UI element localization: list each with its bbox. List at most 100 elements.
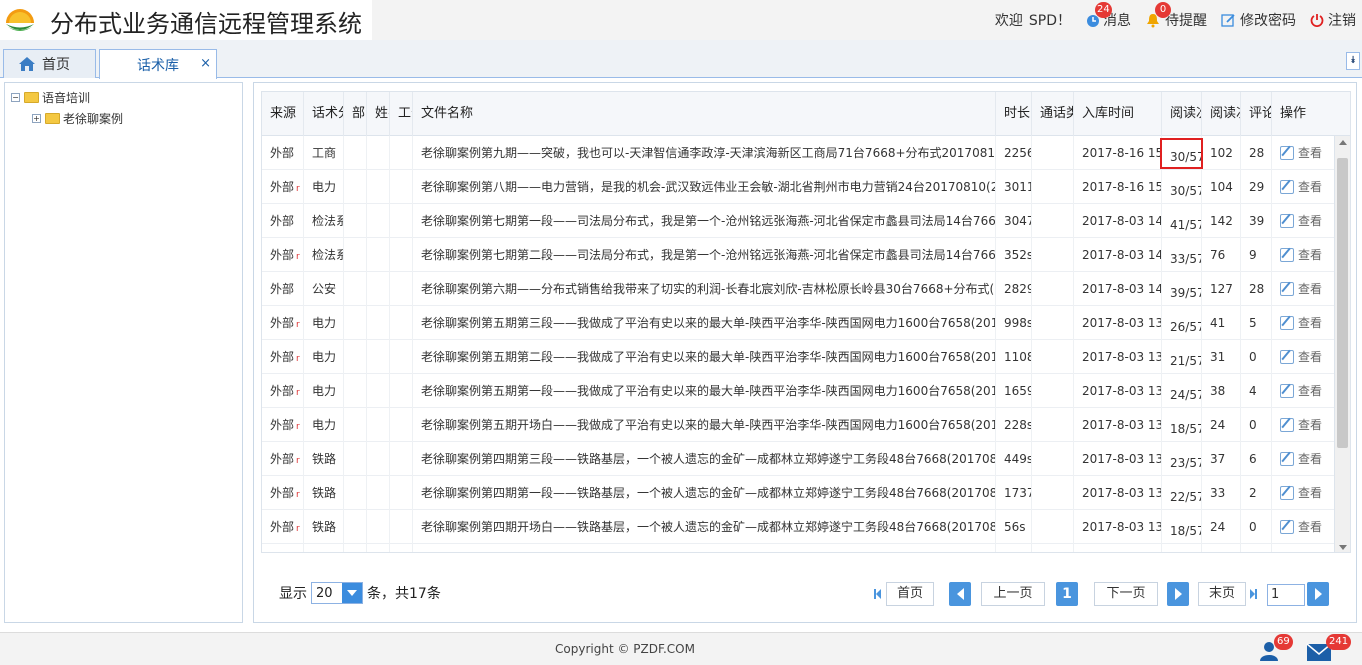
cell-time: 2017-8-03 14 [1074,204,1162,238]
cell-emp [390,544,413,552]
app-title: 分布式业务通信远程管理系统 [50,10,362,38]
tree-collapse-icon[interactable]: − [11,93,20,102]
page-size-value: 20 [316,585,333,601]
sun-logo-icon [6,9,34,31]
next-arrow-icon[interactable] [1167,582,1189,606]
col-employee-id[interactable]: 工号 [390,92,413,136]
col-filename[interactable]: 文件名称 [413,92,996,136]
prev-arrow-icon[interactable] [949,582,971,606]
table-row[interactable]: 外部 r 电力 老徐聊案例第五期第一段——我做成了平治有史以来的最大单-陕西平治李华-… [262,374,1335,408]
cell-emp [390,442,413,476]
cell-duration: 1081 [996,544,1032,552]
tree-node-xu-cases[interactable]: + 老徐聊案例 [32,110,123,127]
cell-comments: 0 [1241,340,1272,374]
view-button[interactable]: 查看 [1280,306,1322,340]
cell-actions: 查看 [1272,442,1335,476]
view-label: 查看 [1298,180,1323,194]
table-row[interactable]: 外部 r 铁路 老徐聊案例第四期开场白——铁路基层，一个被人遗忘的金矿—成都林立郑婷遂… [262,510,1335,544]
col-name[interactable]: 姓名 [367,92,390,136]
view-button[interactable]: 查看 [1280,442,1322,476]
last-page-icon[interactable] [1250,588,1258,600]
view-button[interactable]: 查看 [1280,136,1322,170]
goto-page-arrow-icon[interactable] [1307,582,1329,606]
table-row[interactable]: 外部r铁路 老徐聊案例第四期第二段——铁路基层，一个被人遗忘的金矿—成都林立郑婷遂… [262,544,1335,552]
source-text: 外部 [270,180,295,194]
scroll-down-arrow-icon[interactable] [1339,545,1347,550]
cell-filename: 老徐聊案例第五期开场白——我做成了平治有史以来的最大单-陕西平治李华-陕西国网电… [413,408,996,442]
view-button[interactable]: 查看 [1280,272,1322,306]
col-reads[interactable]: 阅读次 [1162,92,1202,136]
table-row[interactable]: 外部 r 电力 老徐聊案例第五期开场白——我做成了平治有史以来的最大单-陕西平治李华-… [262,408,1335,442]
view-label: 查看 [1298,214,1323,228]
table-row[interactable]: 外部 r 铁路 老徐聊案例第四期第一段——铁路基层，一个被人遗忘的金矿—成都林立郑婷遂… [262,476,1335,510]
scroll-thumb[interactable] [1337,158,1348,448]
cell-time: 2017-8-16 15 [1074,170,1162,204]
table-row[interactable]: 外部 r 电力 老徐聊案例第五期第三段——我做成了平治有史以来的最大单-陕西平治李华-… [262,306,1335,340]
view-button[interactable]: 查看 [1280,408,1322,442]
table-row[interactable]: 外部检法系 老徐聊案例第七期第一段——司法局分布式，我是第一个-沧州铭远张海燕-河… [262,204,1335,238]
collapse-chevron-icon[interactable]: ⯯ [1346,52,1360,70]
col-reads-total[interactable]: 阅读次 [1202,92,1241,136]
cell-duration: 352s [996,238,1032,272]
first-page-icon[interactable] [874,588,882,600]
col-import-time[interactable]: 入库时间 [1074,92,1162,136]
cell-duration: 1108 [996,340,1032,374]
change-password-link[interactable]: 修改密码 [1221,10,1296,30]
col-category[interactable]: 话术分 [304,92,344,136]
view-button[interactable]: 查看 [1280,340,1322,374]
cell-emp [390,340,413,374]
page-size-control: 显示 20 条，共17条 [279,582,441,604]
table-row[interactable]: 外部 公安 老徐聊案例第六期——分布式销售给我带来了切实的利润-长春北宸刘欣-吉林松… [262,272,1335,306]
col-department[interactable]: 部门 [344,92,367,136]
view-button[interactable]: 查看 [1280,510,1322,544]
col-duration[interactable]: 时长 [996,92,1032,136]
grid-vertical-scrollbar[interactable] [1334,136,1350,552]
tree-expand-icon[interactable]: + [32,114,41,123]
reminders-link[interactable]: 0 待提醒 [1145,2,1207,30]
last-page-button[interactable]: 末页 [1198,582,1246,606]
logout-link[interactable]: 注销 [1310,10,1356,30]
col-call-type[interactable]: 通话类 [1032,92,1074,136]
table-row[interactable]: 外部 r 电力 老徐聊案例第八期——电力营销，是我的机会-武汉致远伟业王会敏-湖北省荆… [262,170,1335,204]
cell-comments: 9 [1241,238,1272,272]
table-row[interactable]: 外部 r 电力 老徐聊案例第五期第二段——我做成了平治有史以来的最大单-陕西平治李华-… [262,340,1335,374]
cell-filename: 老徐聊案例第四期开场白——铁路基层，一个被人遗忘的金矿—成都林立郑婷遂宁工务段4… [413,510,996,544]
cell-calltype [1032,544,1074,552]
cell-source: 外部r [262,238,304,272]
change-password-label: 修改密码 [1240,13,1296,29]
tab-script-library[interactable]: 话术库 × [99,49,217,79]
prev-page-button[interactable]: 上一页 [981,582,1045,606]
view-button[interactable]: 查看 [1280,476,1322,510]
welcome-text: 欢迎 [994,13,1023,29]
goto-page-input[interactable]: 1 [1267,584,1305,606]
table-row[interactable]: 外部 r 铁路 老徐聊案例第四期第三段——铁路基层，一个被人遗忘的金矿—成都林立郑婷遂… [262,442,1335,476]
tree-node-voice-training[interactable]: − 语音培训 [11,89,90,106]
scroll-up-arrow-icon[interactable] [1339,140,1347,145]
next-page-button[interactable]: 下一页 [1094,582,1158,606]
pager: 显示 20 条，共17条 首页 上一页 1 下一页 末页 1 [254,563,1358,609]
view-button[interactable]: 查看 [1280,170,1322,204]
dropdown-arrow-icon[interactable] [342,583,362,603]
cell-reads: 18/57 [1162,510,1202,544]
mail-button[interactable]: 241 [1306,634,1352,665]
view-button[interactable]: 查看 [1280,374,1322,408]
online-users-button[interactable]: 69 [1258,634,1293,665]
cell-dept [344,170,367,204]
cell-category: 电力 [304,170,344,204]
page-size-select[interactable]: 20 [311,582,363,604]
cell-actions: 查看 [1272,476,1335,510]
table-row[interactable]: 外部r检法系老徐聊案例第七期第二段——司法局分布式，我是第一个-沧州铭远张海燕-… [262,238,1335,272]
current-page[interactable]: 1 [1056,582,1078,606]
col-comments[interactable]: 评论 [1241,92,1272,136]
new-marker: r [296,388,300,398]
view-button[interactable]: 查看 [1280,238,1322,272]
tab-home[interactable]: 首页 [3,49,96,78]
view-button[interactable]: 查看 [1280,204,1322,238]
cell-actions: 查看 [1272,544,1335,552]
messages-link[interactable]: 24 消息 [1085,2,1131,30]
tab-close-icon[interactable]: × [200,56,211,71]
view-button[interactable]: 查看 [1280,544,1322,552]
first-page-button[interactable]: 首页 [886,582,934,606]
col-source[interactable]: 来源 [262,92,304,136]
cell-actions: 查看 [1272,306,1335,340]
